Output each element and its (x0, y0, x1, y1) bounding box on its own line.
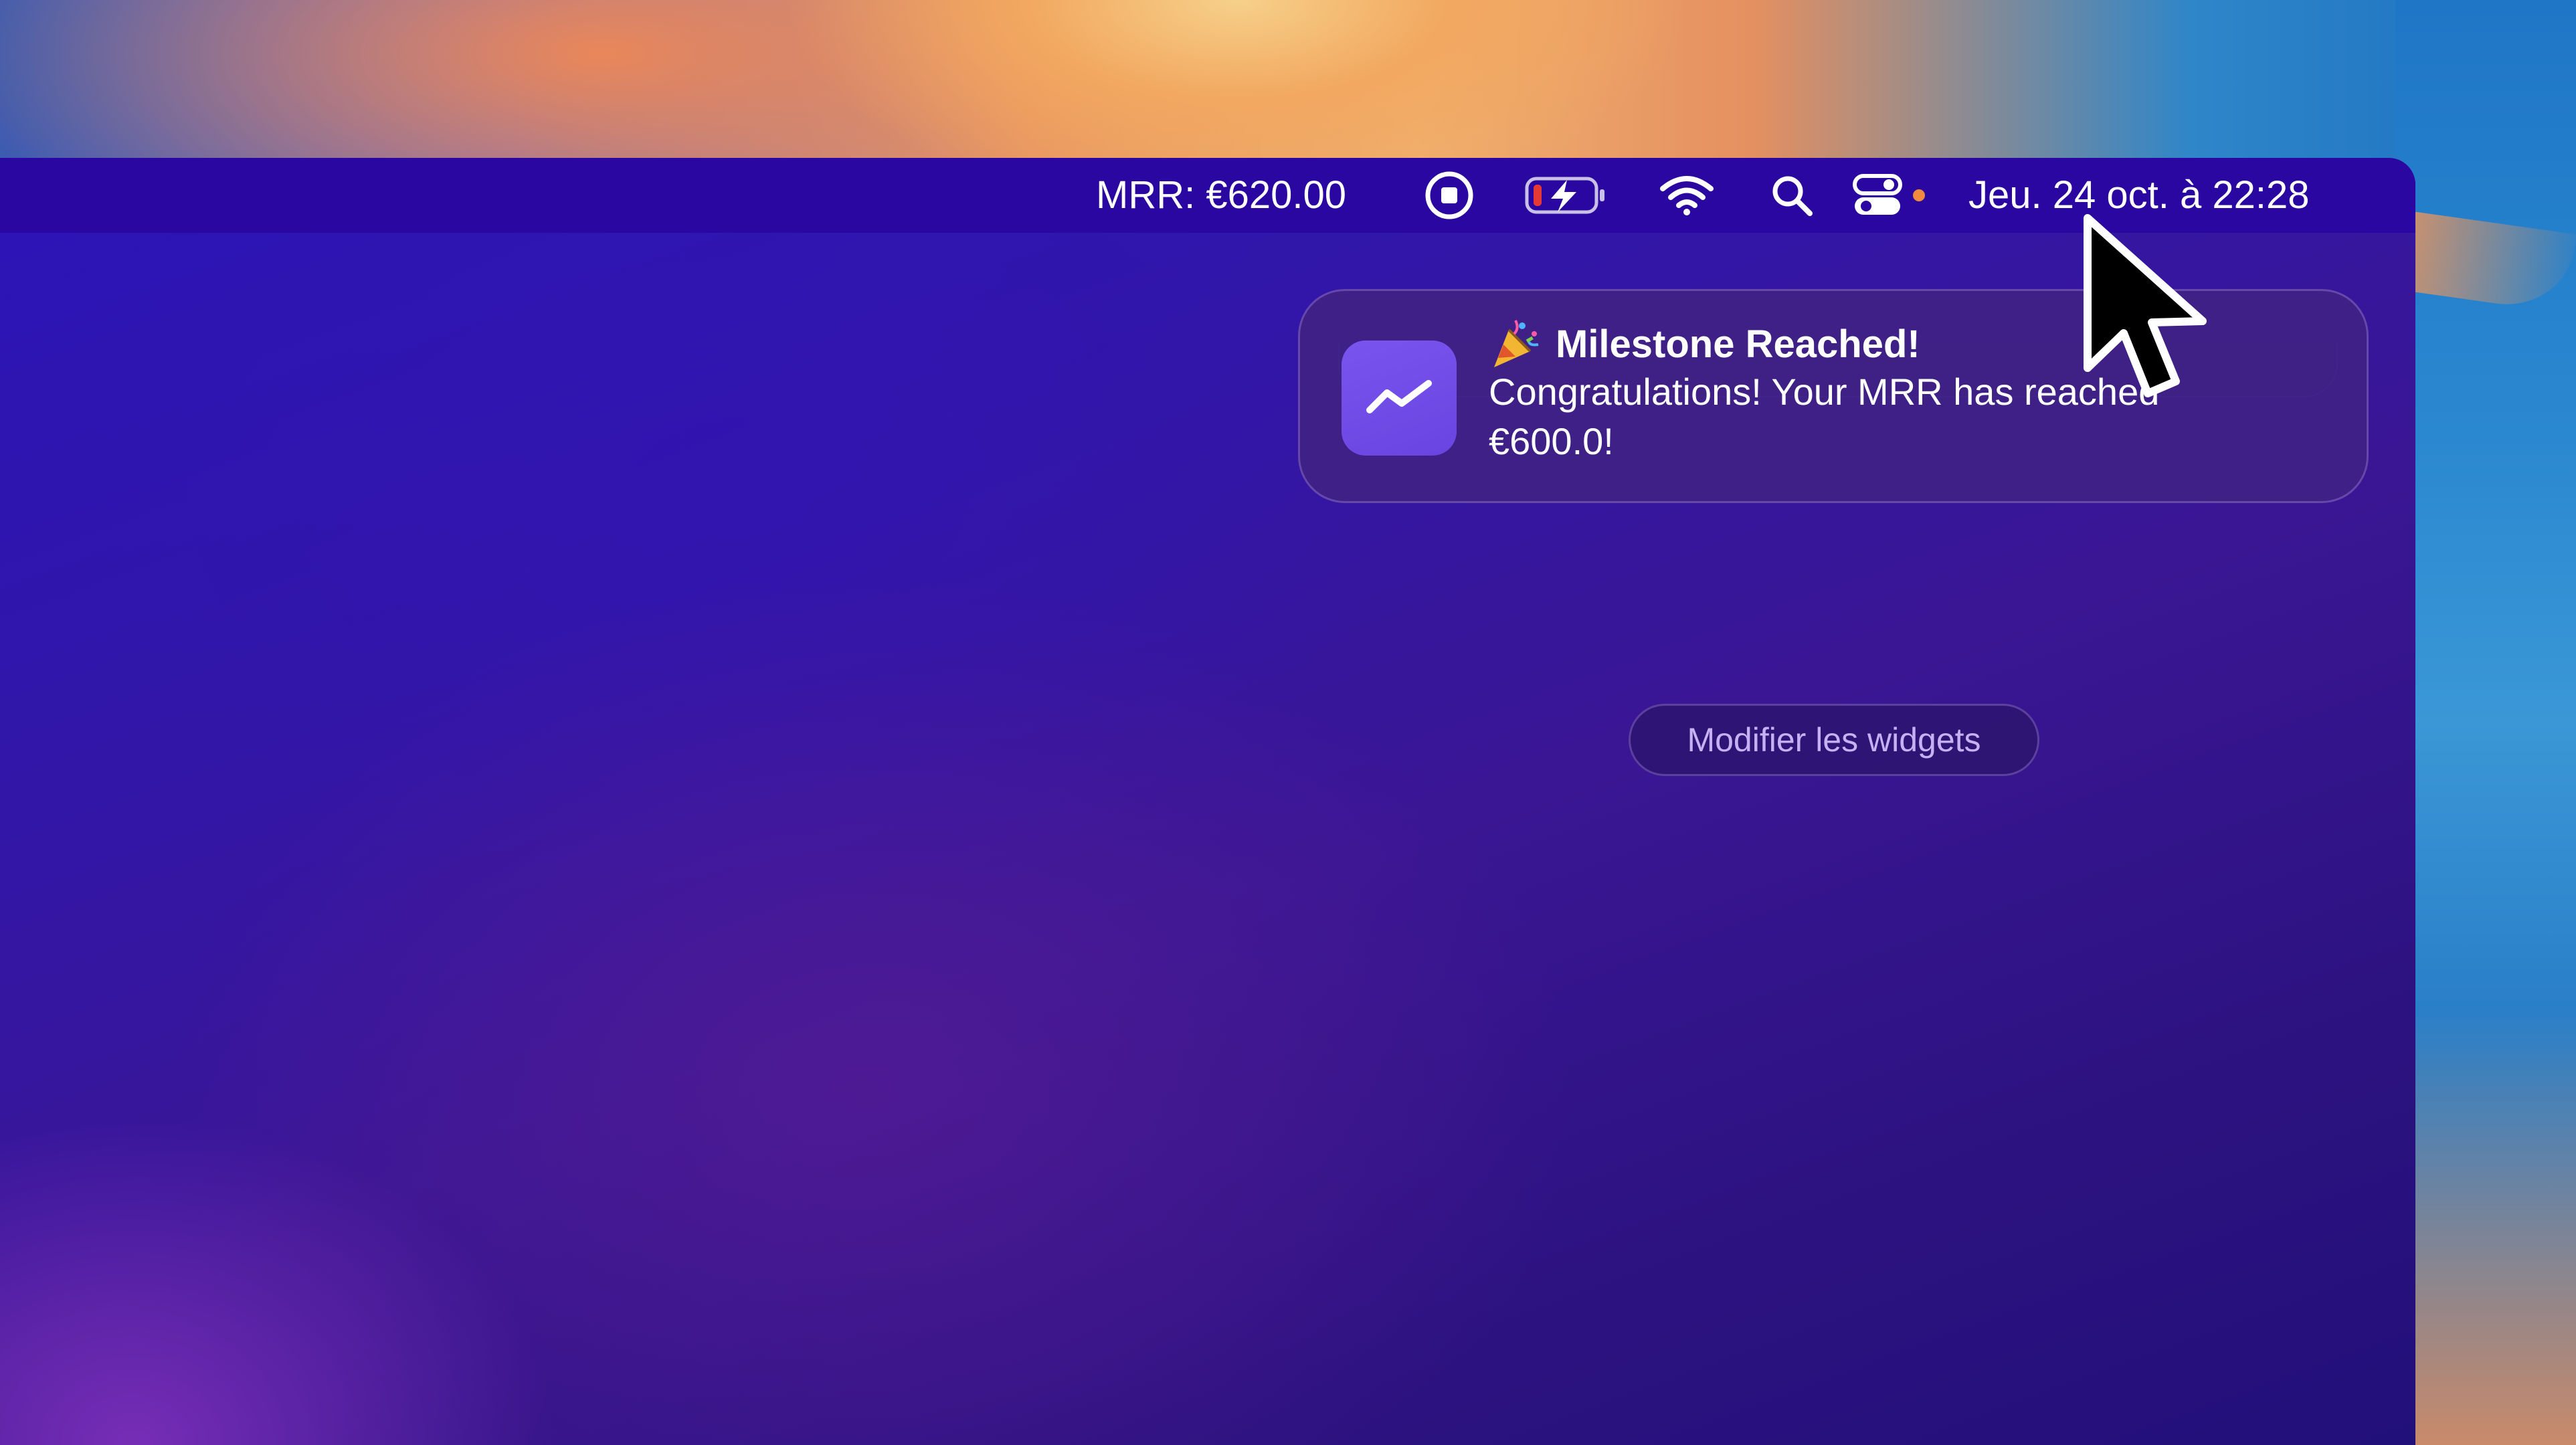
screen-record-icon[interactable] (1421, 158, 1477, 233)
search-icon[interactable] (1768, 158, 1816, 233)
menu-bar: MRR: €620.00 Jeu. 24 oct. à 22:28 (0, 158, 2415, 233)
notification-title: Milestone Reached! (1556, 322, 1920, 366)
party-popper-icon (1489, 318, 1542, 371)
trending-up-chart-icon (1342, 341, 1457, 456)
mouse-cursor-icon (2084, 214, 2207, 397)
mrr-status-item[interactable]: MRR: €620.00 (1096, 158, 1346, 233)
edit-widgets-button[interactable]: Modifier les widgets (1629, 704, 2039, 776)
notification-title-row: Milestone Reached! (1489, 318, 1920, 371)
wifi-icon[interactable] (1658, 158, 1716, 233)
status-dot-icon (1911, 158, 1927, 233)
control-center-icon[interactable] (1851, 158, 1904, 233)
battery-charging-icon[interactable] (1523, 158, 1607, 233)
screen: MRR: €620.00 Jeu. 24 oct. à 22:28 Milest… (0, 158, 2415, 1445)
